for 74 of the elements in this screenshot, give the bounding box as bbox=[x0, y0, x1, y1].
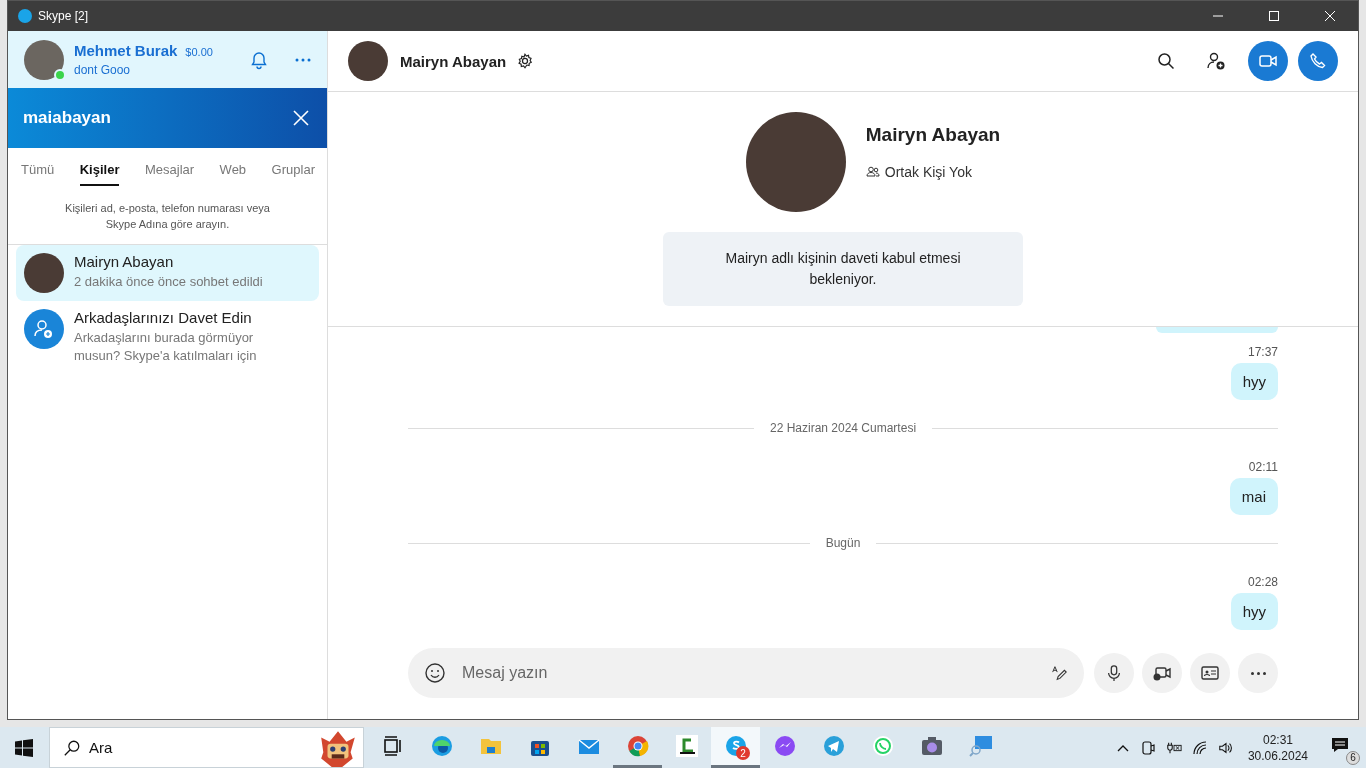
contact-card-icon bbox=[1200, 663, 1220, 683]
phone-icon bbox=[1308, 51, 1328, 71]
window-title: Skype [2] bbox=[38, 9, 89, 23]
search-tab[interactable]: Kişiler bbox=[79, 162, 120, 186]
microphone-button[interactable] bbox=[1094, 653, 1134, 693]
avatar-photo[interactable] bbox=[24, 39, 64, 80]
phone-bubble-icon bbox=[870, 734, 895, 758]
search-icon[interactable] bbox=[1156, 51, 1176, 71]
message-time: 02:11 bbox=[1248, 460, 1278, 474]
result-subtitle: 2 dakika önce önce sohbet edildi bbox=[74, 273, 263, 291]
date-divider: 22 Haziran 2024 Cumartesi bbox=[769, 421, 917, 435]
notification-badge: 2 bbox=[736, 746, 750, 760]
search-result[interactable]: Mairyn Abayan 2 dakika önce önce sohbet edildi bbox=[16, 245, 319, 301]
search-tab[interactable]: Tümü bbox=[21, 162, 55, 186]
date-divider: Bugün bbox=[825, 536, 861, 550]
result-name: Arkadaşlarınızı Davet Edin bbox=[74, 309, 253, 326]
avatar-photo bbox=[24, 253, 64, 293]
taskbar-app-button[interactable]: 2 bbox=[711, 727, 760, 768]
message-bubble[interactable]: mai bbox=[1229, 478, 1278, 515]
mood-message[interactable]: dont Gooo bbox=[74, 63, 239, 77]
app-logo-icon bbox=[18, 9, 32, 23]
camera-icon bbox=[919, 734, 944, 758]
result-name: Mairyn Abayan bbox=[74, 253, 175, 270]
browser-icon bbox=[429, 734, 454, 758]
mutual-contacts-text: Ortak Kişi Yok bbox=[884, 164, 972, 180]
contact-card-button[interactable] bbox=[1190, 653, 1230, 693]
search-tab[interactable]: Web bbox=[219, 162, 247, 186]
windows-start-icon[interactable] bbox=[15, 738, 33, 757]
emoji-icon[interactable] bbox=[424, 662, 446, 684]
search-tab[interactable]: Mesajlar bbox=[145, 162, 195, 186]
message-field[interactable]: Mesaj yazın bbox=[408, 648, 1084, 698]
notification-count: 6 bbox=[1346, 750, 1360, 765]
add-person-icon bbox=[24, 309, 64, 349]
close-icon[interactable] bbox=[1324, 10, 1336, 22]
message-bubble[interactable]: hyy bbox=[1230, 593, 1278, 630]
audio-call-button[interactable] bbox=[1298, 41, 1338, 81]
monitor-magnifier-icon bbox=[968, 734, 993, 758]
message-time: 02:28 bbox=[1247, 575, 1278, 589]
speaker-icon[interactable] bbox=[1217, 739, 1234, 756]
search-tab[interactable]: Gruplar bbox=[271, 162, 315, 186]
wifi-icon[interactable] bbox=[1191, 739, 1208, 756]
microphone-icon bbox=[1105, 664, 1123, 682]
webcam-icon[interactable] bbox=[1139, 739, 1156, 756]
video-message-button[interactable] bbox=[1142, 653, 1182, 693]
browser-icon bbox=[625, 734, 650, 758]
pending-invite-notice: Mairyn adlı kişinin daveti kabul etmesi bekleniyor. bbox=[663, 232, 1023, 306]
message-bubble[interactable]: hyy bbox=[1230, 363, 1278, 400]
result-subtitle: Arkadaşlarını burada görmüyor musun? Skype'a katılmaları için bbox=[74, 329, 258, 365]
video-call-button[interactable] bbox=[1248, 41, 1288, 81]
search-query[interactable]: maiabayan bbox=[23, 108, 111, 128]
close-icon[interactable] bbox=[291, 108, 311, 128]
people-icon bbox=[865, 165, 880, 179]
pen-icon[interactable] bbox=[1050, 664, 1068, 682]
message-time: 17:37 bbox=[1247, 345, 1278, 359]
balance[interactable]: $0.00 bbox=[185, 46, 213, 58]
maximize-icon[interactable] bbox=[1268, 10, 1280, 22]
clock-date[interactable]: 30.06.2024 bbox=[1247, 747, 1308, 764]
contact-card-name: Mairyn Abayan bbox=[865, 124, 1001, 146]
clock-time[interactable]: 02:31 bbox=[1262, 731, 1293, 748]
paper-plane-icon bbox=[821, 734, 846, 758]
search-placeholder: Ara bbox=[89, 739, 113, 756]
message-input[interactable]: Mesaj yazın bbox=[460, 663, 1036, 683]
settings-icon[interactable] bbox=[516, 52, 535, 70]
bell-icon[interactable] bbox=[249, 49, 269, 70]
add-person-icon[interactable] bbox=[1206, 51, 1226, 71]
chat-bubble-icon bbox=[772, 734, 797, 758]
search-result[interactable]: Arkadaşlarınızı Davet Edin Arkadaşlarını burada görmüyor musun? Skype'a katılmaları için bbox=[16, 301, 319, 373]
more-icon bbox=[1250, 671, 1266, 675]
profile-name[interactable]: Mehmet Burak bbox=[74, 42, 178, 59]
contact-name[interactable]: Mairyn Abayan bbox=[400, 52, 507, 70]
taskbar-search-field[interactable]: Ara bbox=[49, 727, 364, 768]
letter-app-icon bbox=[674, 734, 699, 758]
avatar-photo[interactable] bbox=[348, 41, 388, 81]
search-icon bbox=[63, 738, 81, 757]
